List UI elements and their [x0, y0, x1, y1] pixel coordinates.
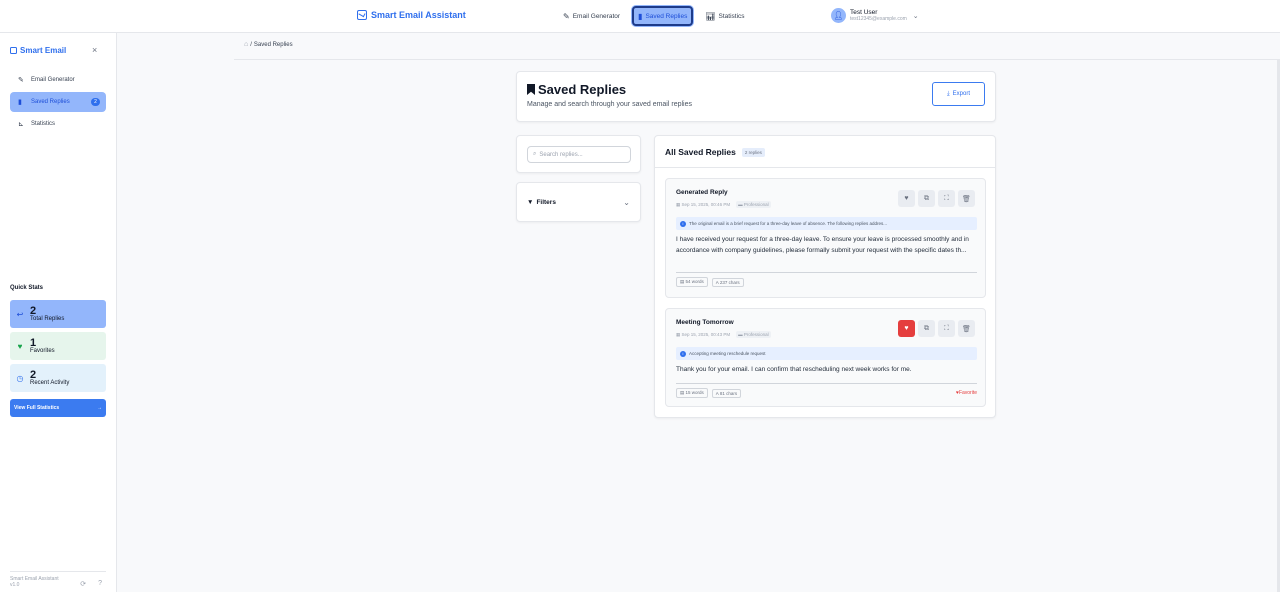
copy-button[interactable]: ⧉ — [918, 190, 935, 207]
user-email: test12345@example.com — [850, 16, 907, 22]
page-subtitle: Manage and search through your saved ema… — [527, 101, 692, 108]
delete-button[interactable]: 🗑︎ — [958, 190, 975, 207]
reply-meta: ▦ Sep 15, 2025, 00:46 PM ▬ Professional — [676, 201, 771, 208]
sidebar-footer: Smart Email Assistant v1.0 ⟳ ? — [10, 571, 106, 588]
refresh-icon[interactable]: ⟳ — [80, 580, 86, 588]
export-button[interactable]: ⤓ Export — [932, 82, 985, 106]
breadcrumb-bar: ⌂ / Saved Replies — [234, 33, 1280, 60]
document-icon: ▤ — [680, 279, 685, 284]
heart-icon: ♥ — [17, 341, 23, 351]
comment-icon: ▬ — [738, 332, 743, 337]
list-item[interactable]: Generated Reply ▦ Sep 15, 2025, 00:46 PM… — [665, 178, 986, 298]
favorite-button[interactable]: ♥ — [898, 320, 915, 337]
help-icon[interactable]: ? — [98, 580, 102, 588]
stat-recent-activity[interactable]: ◷ 2 Recent Activity — [10, 364, 106, 392]
bookmark-icon: ▮ — [18, 99, 22, 106]
page-title: Saved Replies — [527, 82, 626, 97]
close-icon[interactable]: × — [92, 45, 97, 55]
avatar: 👤︎ — [831, 8, 846, 23]
word-count: ▤ 15 words — [676, 388, 708, 398]
reply-title: Generated Reply — [676, 189, 728, 196]
bookmark-icon: ▮ — [638, 11, 643, 21]
text-icon: A — [715, 390, 719, 396]
nav-saved-replies[interactable]: ▮ Saved Replies — [632, 6, 694, 26]
mail-logo-icon — [10, 47, 17, 54]
clock-icon: ◷ — [16, 373, 24, 383]
sidebar: Smart Email × ✎ Email Generator ▮ Saved … — [0, 33, 117, 592]
breadcrumb: ⌂ / Saved Replies — [244, 41, 293, 48]
expand-button[interactable]: ⛶ — [938, 190, 955, 207]
reply-body: I have received your request for a three… — [676, 236, 969, 254]
reply-footer: ▤ 15 words A 81 chars ♥Favorite — [676, 383, 977, 398]
user-menu[interactable]: 👤︎ Test User test12345@example.com ⌄ — [831, 8, 919, 23]
filter-icon: ▼ — [527, 199, 534, 206]
word-count: ▤ 54 words — [676, 277, 708, 287]
reply-actions: ♥ ⧉ ⛶ 🗑︎ — [898, 320, 975, 337]
reply-body: Thank you for your email. I can confirm … — [676, 366, 912, 373]
stat-total-replies[interactable]: ↩ 2 Total Replies — [10, 300, 106, 328]
info-icon: i — [680, 350, 686, 357]
list-item[interactable]: Meeting Tomorrow ▦ Sep 15, 2025, 00:43 P… — [665, 308, 986, 407]
pencil-icon: ✎ — [18, 77, 24, 84]
arrow-right-icon: → — [97, 405, 102, 411]
text-icon: A — [715, 279, 719, 285]
document-icon: ▤ — [680, 390, 685, 395]
reply-footer: ▤ 54 words A 237 chars — [676, 272, 977, 287]
reply-actions: ♥ ⧉ ⛶ 🗑︎ — [898, 190, 975, 207]
info-icon: i — [680, 220, 686, 227]
sidebar-item-statistics[interactable]: ⊾ Statistics — [10, 114, 106, 134]
char-count: A 237 chars — [711, 277, 744, 287]
reply-summary: i Accepting meeting reschedule request — [676, 347, 977, 360]
search-card: ⌕ Search replies... — [516, 135, 641, 173]
char-count: A 81 chars — [711, 388, 742, 398]
page-header-card: Saved Replies Manage and search through … — [516, 71, 996, 122]
sidebar-item-saved-replies[interactable]: ▮ Saved Replies 2 — [10, 92, 106, 112]
bookmark-icon — [527, 84, 535, 95]
brand-logo[interactable]: Smart Email Assistant — [357, 10, 466, 20]
reply-meta: ▦ Sep 15, 2025, 00:43 PM ▬ Professional — [676, 331, 771, 338]
comment-icon: ▬ — [738, 202, 743, 207]
copy-button[interactable]: ⧉ — [918, 320, 935, 337]
mail-logo-icon — [357, 10, 367, 20]
list-title: All Saved Replies 2 replies — [665, 147, 765, 157]
calendar-icon: ▦ — [676, 331, 681, 337]
favorite-label: ♥Favorite — [955, 390, 977, 396]
reply-title: Meeting Tomorrow — [676, 319, 734, 326]
quick-stats-title: Quick Stats — [10, 285, 44, 291]
reply-icon: ↩ — [16, 309, 24, 319]
sidebar-title: Smart Email — [10, 46, 66, 55]
filters-card[interactable]: ▼ Filters ⌄ — [516, 182, 641, 222]
calendar-icon: ▦ — [676, 201, 681, 207]
breadcrumb-current: Saved Replies — [253, 41, 293, 48]
replies-list-card: All Saved Replies 2 replies Generated Re… — [654, 135, 996, 418]
top-navbar: Smart Email Assistant ✎ Email Generator … — [0, 0, 1280, 33]
chevron-down-icon: ⌄ — [912, 12, 919, 20]
download-icon: ⤓ — [947, 90, 950, 97]
top-nav-links: ✎ Email Generator ▮ Saved Replies 📊︎ Sta… — [559, 6, 749, 26]
divider — [655, 167, 995, 168]
expand-button[interactable]: ⛶ — [938, 320, 955, 337]
view-full-statistics-button[interactable]: View Full Statistics → — [10, 399, 106, 417]
search-input[interactable]: ⌕ Search replies... — [527, 146, 631, 163]
stat-favorites[interactable]: ♥ 1 Favorites — [10, 332, 106, 360]
search-icon: ⌕ — [533, 151, 537, 157]
brand-name: Smart Email Assistant — [371, 10, 466, 20]
home-icon[interactable]: ⌂ — [244, 41, 248, 48]
nav-statistics[interactable]: 📊︎ Statistics — [701, 6, 748, 26]
chart-icon: ⊾ — [18, 121, 24, 128]
chart-icon: 📊︎ — [705, 11, 716, 21]
sidebar-item-email-generator[interactable]: ✎ Email Generator — [10, 70, 106, 90]
nav-email-generator[interactable]: ✎ Email Generator — [559, 6, 624, 26]
pencil-icon: ✎ — [563, 11, 570, 21]
count-badge: 2 — [91, 98, 100, 106]
user-name: Test User — [850, 9, 878, 16]
delete-button[interactable]: 🗑︎ — [958, 320, 975, 337]
chevron-down-icon[interactable]: ⌄ — [623, 198, 630, 207]
replies-count-badge: 2 replies — [741, 147, 765, 157]
favorite-button[interactable]: ♥ — [898, 190, 915, 207]
filters-title: ▼ Filters — [527, 199, 556, 206]
reply-summary: i The original email is a brief request … — [676, 217, 977, 230]
